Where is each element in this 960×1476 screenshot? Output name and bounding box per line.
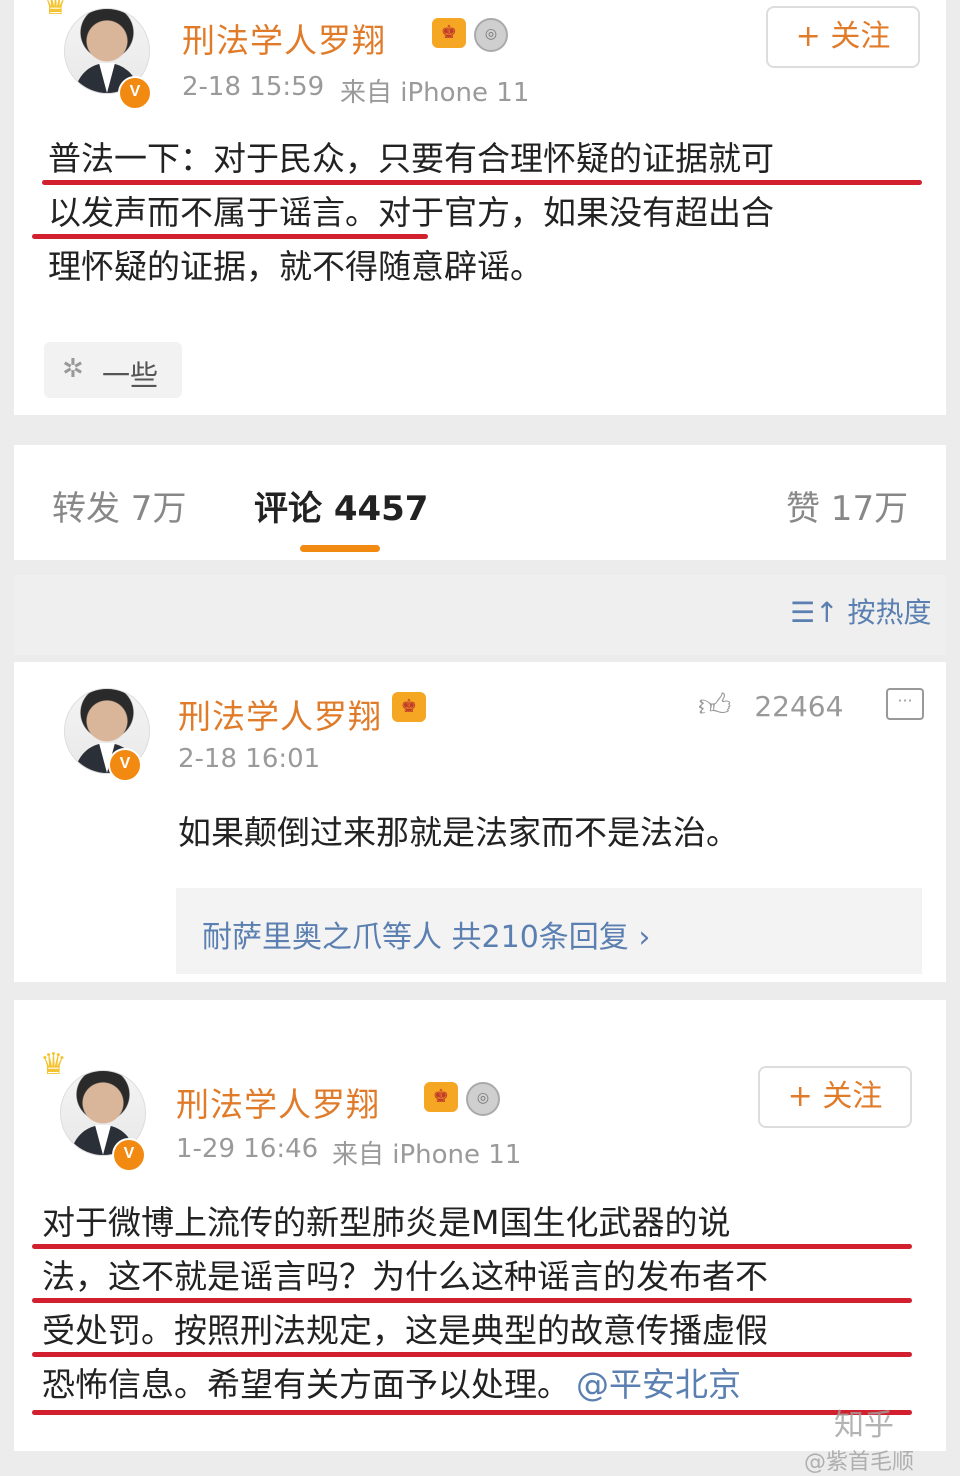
topic-tag-label: 一些: [102, 359, 159, 392]
watermark-user: @紫首毛顺: [804, 1450, 915, 1475]
underline-mark: [32, 1410, 912, 1415]
crown-icon: ♛: [40, 1047, 67, 1082]
post-card-1: ♛ V 刑法学人罗翔 ♚ ◎ 2-18 15:59 来自 iPhone 11 +…: [14, 0, 946, 415]
comment-time: 2-18 16:01: [178, 744, 321, 774]
verified-badge-icon: V: [112, 1138, 146, 1172]
medal-icon: ◎: [474, 18, 508, 52]
topic-tag[interactable]: ✲ 一些: [44, 342, 182, 398]
verified-badge-icon: V: [108, 748, 142, 782]
sort-icon: ☰↑: [790, 596, 839, 629]
thumbs-up-icon: 👍︎: [698, 686, 732, 724]
underline-mark: [32, 234, 428, 239]
post-text-line-2: 以发声而不属于谣言。对于官方，如果没有超出合: [48, 193, 774, 232]
tab-indicator: [300, 545, 380, 552]
post-text-line-3: 受处罚。按照刑法规定，这是典型的故意传播虚假: [42, 1311, 768, 1350]
comment-author[interactable]: 刑法学人罗翔: [178, 690, 382, 738]
underline-mark: [32, 1298, 912, 1303]
replies-link[interactable]: 耐萨里奥之爪等人 共210条回复 ›: [202, 912, 650, 956]
watermark-zhihu: 知乎: [834, 1408, 894, 1443]
post-text-line-3: 理怀疑的证据，就不得随意辟谣。: [48, 247, 543, 286]
crown-vip-icon: ♚: [432, 18, 466, 48]
underline-mark: [32, 1244, 912, 1249]
underline-mark: [32, 1352, 912, 1357]
verified-badge-icon: V: [118, 76, 152, 110]
post-card-2: ♛ V 刑法学人罗翔 ♚ ◎ 1-29 16:46 来自 iPhone 11 +…: [14, 1000, 946, 1475]
like-count: 22464: [754, 690, 844, 723]
underline-mark: [42, 180, 922, 185]
tab-comment[interactable]: 评论 4457: [254, 481, 428, 530]
crown-vip-icon: ♚: [392, 692, 426, 722]
tab-bar: 转发 7万 评论 4457 赞 17万: [14, 445, 946, 560]
post-source: 来自 iPhone 11: [340, 78, 530, 108]
post-source: 来自 iPhone 11: [332, 1140, 522, 1170]
author-name[interactable]: 刑法学人罗翔: [182, 14, 386, 62]
medal-icon: ◎: [466, 1082, 500, 1116]
crown-vip-icon: ♚: [424, 1082, 458, 1112]
post-text-line-4: 恐怖信息。希望有关方面予以处理。 @平安北京: [42, 1358, 741, 1411]
watermark: 知乎 @紫首毛顺: [804, 1400, 914, 1476]
post-text-line-1: 对于微博上流传的新型肺炎是M国生化武器的说: [42, 1203, 731, 1242]
sort-button[interactable]: ☰↑ 按热度: [790, 591, 931, 631]
tab-repost[interactable]: 转发 7万: [52, 481, 186, 530]
post-text-line-1: 普法一下：对于民众，只要有合理怀疑的证据就可: [48, 139, 774, 178]
post-time: 2-18 15:59: [182, 72, 325, 102]
replies-box[interactable]: 耐萨里奥之爪等人 共210条回复 ›: [176, 888, 922, 974]
topic-icon: ✲: [62, 354, 84, 384]
comment-card: V 刑法学人罗翔 ♚ 2-18 16:01 👍︎ 22464 ··· 如果颠倒过…: [14, 662, 946, 982]
tab-like[interactable]: 赞 17万: [786, 481, 908, 530]
post-text-last: 恐怖信息。希望有关方面予以处理。: [42, 1365, 570, 1404]
reply-icon[interactable]: ···: [886, 688, 924, 720]
author-name[interactable]: 刑法学人罗翔: [176, 1078, 380, 1126]
post-text-line-2: 法，这不就是谣言吗？为什么这种谣言的发布者不: [42, 1257, 768, 1296]
comment-text: 如果颠倒过来那就是法家而不是法治。: [178, 813, 739, 852]
follow-button[interactable]: + 关注: [766, 6, 920, 68]
like-button[interactable]: 👍︎ 22464: [698, 686, 843, 725]
crown-icon: ♛: [42, 0, 69, 22]
follow-button[interactable]: + 关注: [758, 1066, 912, 1128]
mention-link[interactable]: @平安北京: [576, 1365, 741, 1404]
sort-row: ☰↑ 按热度: [14, 575, 946, 655]
sort-label: 按热度: [847, 596, 932, 629]
post-time: 1-29 16:46: [176, 1134, 319, 1164]
